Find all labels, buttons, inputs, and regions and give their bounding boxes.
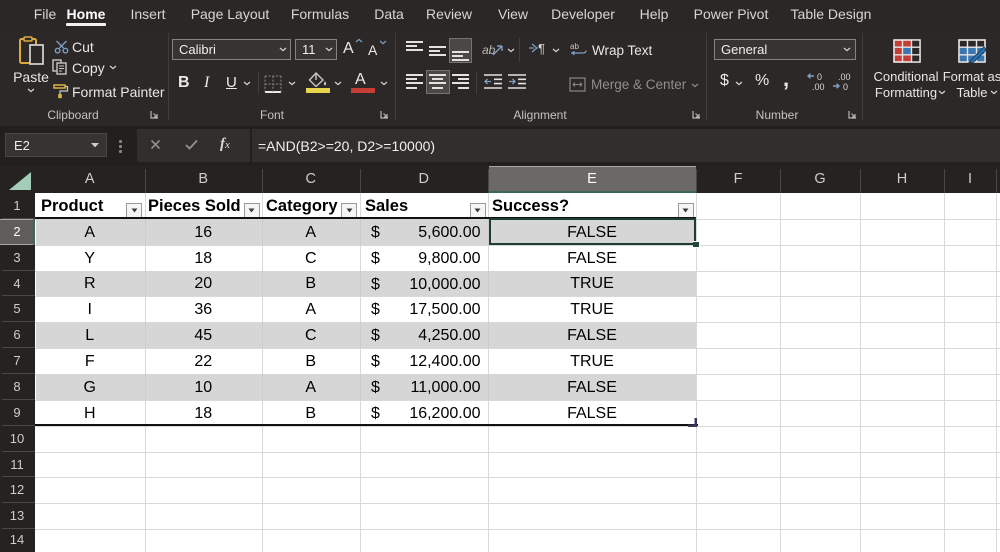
svg-text:0: 0: [817, 72, 822, 82]
svg-text:ab: ab: [570, 42, 579, 51]
svg-text:.00: .00: [838, 72, 851, 82]
svg-text:.00: .00: [812, 82, 825, 92]
svg-text:0: 0: [843, 82, 848, 92]
